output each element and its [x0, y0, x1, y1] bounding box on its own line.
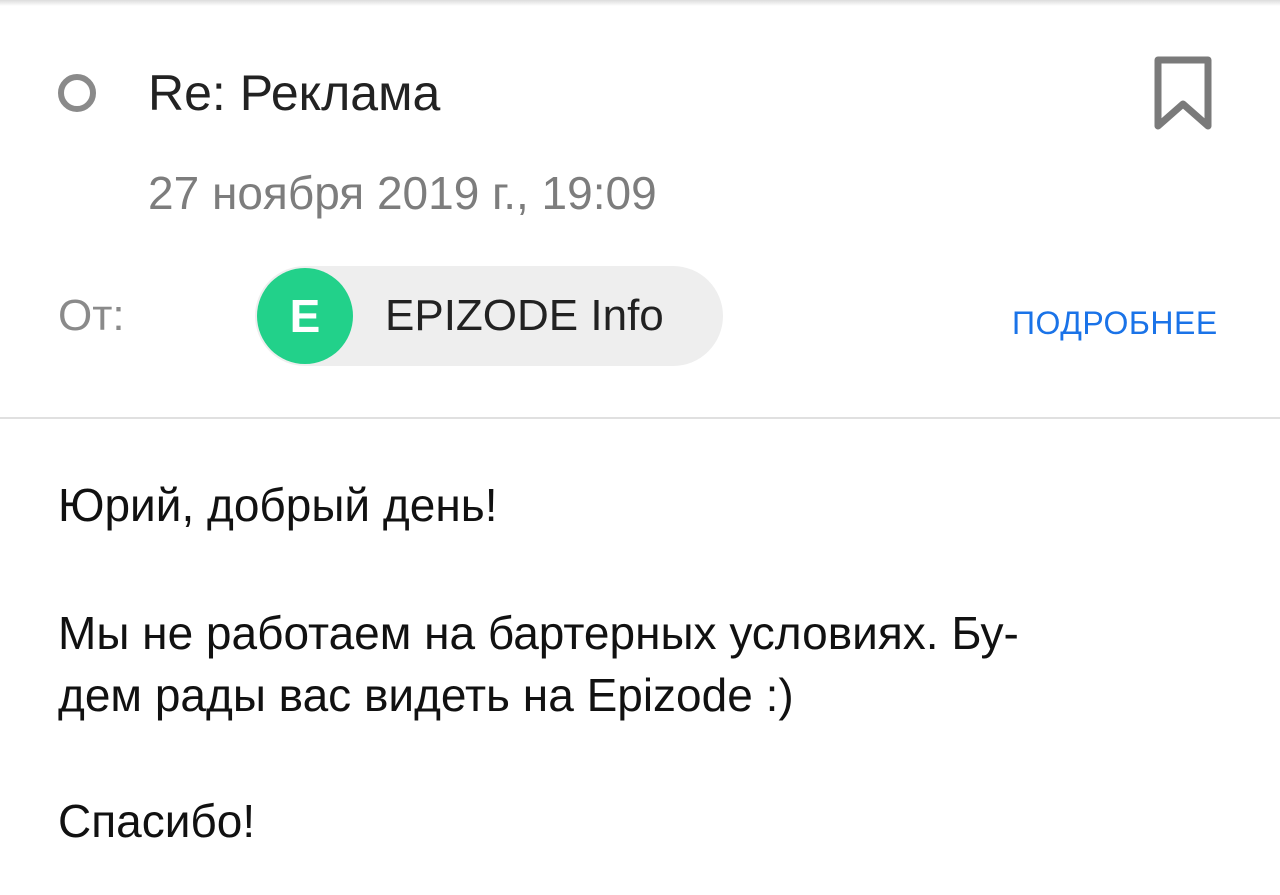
sender-name: EPIZODE Info [385, 291, 664, 340]
read-status-circle-icon[interactable] [58, 74, 96, 112]
header-divider [0, 417, 1280, 419]
details-link[interactable]: ПОДРОБНЕЕ [1012, 302, 1218, 344]
body-paragraph-line-2: дем рады вас видеть на Epizode :) [58, 669, 794, 721]
body-greeting: Юрий, добрый день! [58, 479, 498, 531]
sender-avatar: E [257, 268, 353, 364]
email-date: 27 ноября 2019 г., 19:09 [148, 167, 657, 219]
body-signoff: Спасибо! [58, 795, 256, 847]
email-header: Re: Реклама 27 ноября 2019 г., 19:09 От:… [0, 0, 1280, 418]
sender-chip[interactable]: E EPIZODE Info [255, 266, 723, 366]
body-paragraph-line-1: Мы не работаем на бартерных условиях. Бу… [58, 607, 1019, 659]
from-label: От: [58, 291, 125, 340]
email-subject: Re: Реклама [148, 65, 441, 121]
bookmark-icon[interactable] [1150, 54, 1216, 132]
